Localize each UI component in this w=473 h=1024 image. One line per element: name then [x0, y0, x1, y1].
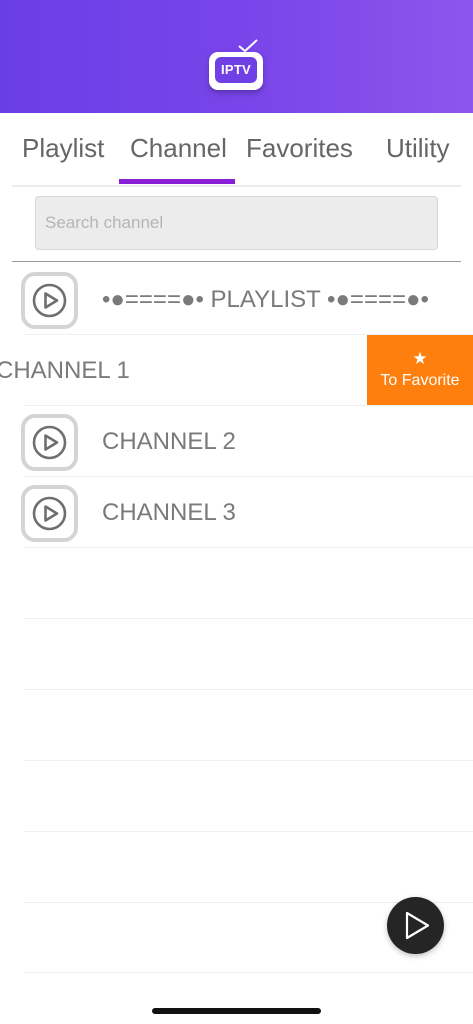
tv-icon: IPTV: [209, 52, 263, 90]
home-indicator: [152, 1008, 321, 1014]
play-circle-icon: [32, 283, 67, 318]
empty-row-divider: [24, 831, 473, 832]
tab-favorites[interactable]: Favorites: [246, 133, 353, 164]
tabs-divider: [12, 185, 461, 187]
search-channel-input[interactable]: [35, 196, 438, 250]
tab-channel[interactable]: Channel: [130, 133, 227, 164]
active-tab-indicator: [119, 179, 235, 184]
empty-row-divider: [24, 689, 473, 690]
list-item-label: CHANNEL 3: [102, 499, 236, 526]
star-icon: ★: [412, 349, 428, 368]
tab-bar: Playlist Channel Favorites Utility: [0, 113, 473, 185]
list-item-channel-1[interactable]: CHANNEL 1 ★ To Favorite: [0, 335, 473, 406]
tab-utility[interactable]: Utility: [386, 133, 450, 164]
iptv-logo: IPTV: [209, 39, 263, 91]
empty-row-divider: [24, 972, 473, 973]
list-divider: [12, 261, 461, 262]
empty-row-divider: [24, 760, 473, 761]
play-circle-icon: [32, 496, 67, 531]
tab-playlist[interactable]: Playlist: [22, 133, 104, 164]
play-fab-button[interactable]: [387, 897, 444, 954]
list-item-label: CHANNEL 1: [0, 357, 130, 384]
list-item-playlist[interactable]: •●====●• PLAYLIST •●====●•: [0, 264, 473, 335]
play-button[interactable]: [21, 272, 78, 329]
list-item-channel-3[interactable]: CHANNEL 3: [0, 477, 473, 548]
to-favorite-label: To Favorite: [380, 372, 460, 389]
play-button[interactable]: [21, 485, 78, 542]
play-circle-icon: [32, 425, 67, 460]
logo-text: IPTV: [215, 57, 257, 83]
list-item-label: •●====●• PLAYLIST •●====●•: [102, 286, 429, 313]
app-header: IPTV: [0, 0, 473, 113]
play-icon: [405, 911, 430, 940]
empty-row-divider: [24, 618, 473, 619]
list-item-channel-2[interactable]: CHANNEL 2: [0, 406, 473, 477]
list-item-label: CHANNEL 2: [102, 428, 236, 455]
play-button[interactable]: [21, 414, 78, 471]
to-favorite-button[interactable]: ★ To Favorite: [367, 335, 473, 406]
